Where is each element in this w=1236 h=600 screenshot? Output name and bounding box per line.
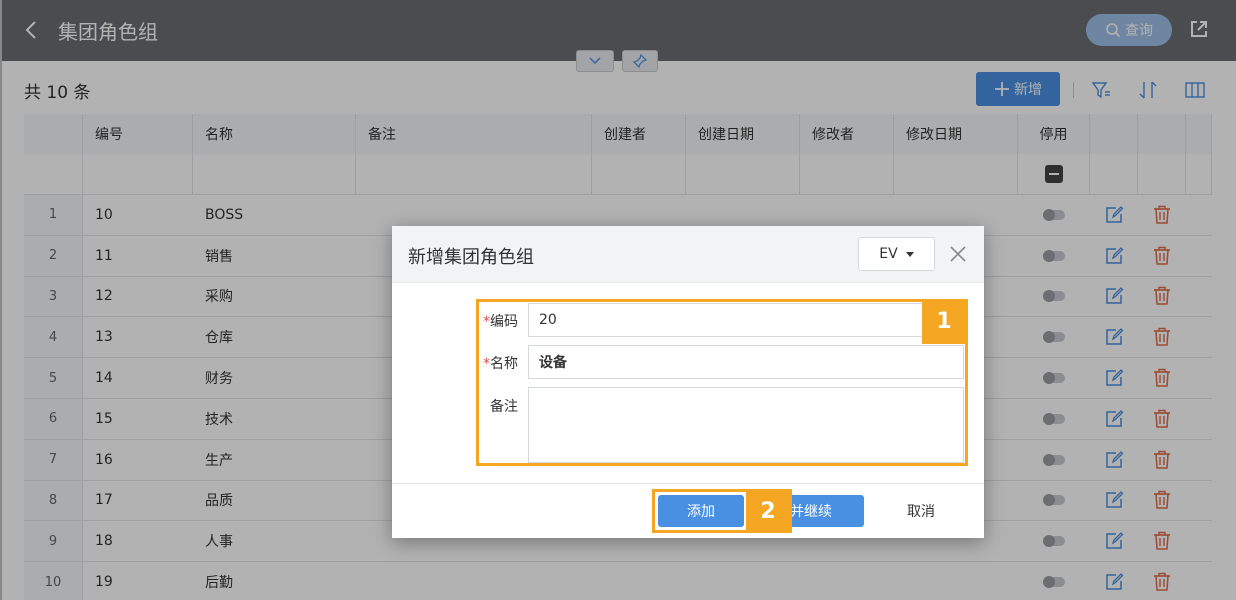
frame-edge (0, 0, 2, 600)
callout-badge-1: 1 (922, 299, 966, 344)
add-and-continue-button[interactable]: 添加并继续 (784, 495, 864, 527)
callout-badge-2: 2 (746, 491, 790, 531)
close-icon[interactable] (948, 244, 968, 264)
dialog-title: 新增集团角色组 (408, 247, 534, 268)
dialog-header: 新增集团角色组 EV (392, 226, 984, 283)
language-select[interactable]: EV (858, 237, 935, 271)
cancel-button[interactable]: 取消 (892, 495, 950, 527)
caret-down-icon (905, 251, 914, 257)
language-select-value: EV (879, 246, 898, 262)
callout-box-fields (476, 299, 968, 466)
dialog-footer-divider (392, 483, 984, 484)
add-role-group-dialog: 新增集团角色组 EV *编码 *名称 备注 1 添加并继续 添加 取消 2 (392, 226, 984, 538)
